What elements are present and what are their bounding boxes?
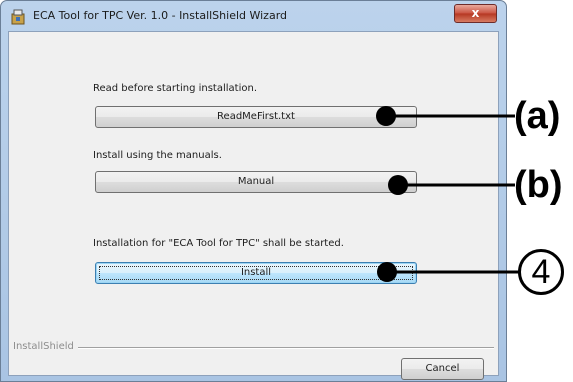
installer-window: ECA Tool for TPC Ver. 1.0 - InstallShiel… (0, 0, 507, 382)
callout-b-label: (b) (514, 164, 563, 206)
installshield-brand: InstallShield (13, 341, 74, 352)
readme-instruction: Read before starting installation. (93, 83, 257, 94)
cancel-button[interactable]: Cancel (401, 358, 484, 380)
footer-divider (78, 347, 494, 349)
install-button[interactable]: Install (95, 262, 417, 284)
install-button-label: Install (240, 267, 272, 278)
installer-app-icon (11, 9, 25, 25)
manual-button[interactable]: Manual (95, 171, 417, 193)
window-title: ECA Tool for TPC Ver. 1.0 - InstallShiel… (33, 9, 288, 22)
callout-a-label: (a) (514, 95, 561, 137)
install-instruction: Installation for "ECA Tool for TPC" shal… (93, 238, 344, 249)
manual-instruction: Install using the manuals. (93, 150, 222, 161)
callout-step-4-label: 4 (518, 249, 564, 295)
close-icon: x (471, 6, 480, 20)
wizard-body: Read before starting installation. ReadM… (8, 31, 499, 380)
close-button[interactable]: x (454, 4, 497, 23)
title-bar[interactable]: ECA Tool for TPC Ver. 1.0 - InstallShiel… (1, 1, 506, 31)
readme-button[interactable]: ReadMeFirst.txt (95, 106, 417, 128)
